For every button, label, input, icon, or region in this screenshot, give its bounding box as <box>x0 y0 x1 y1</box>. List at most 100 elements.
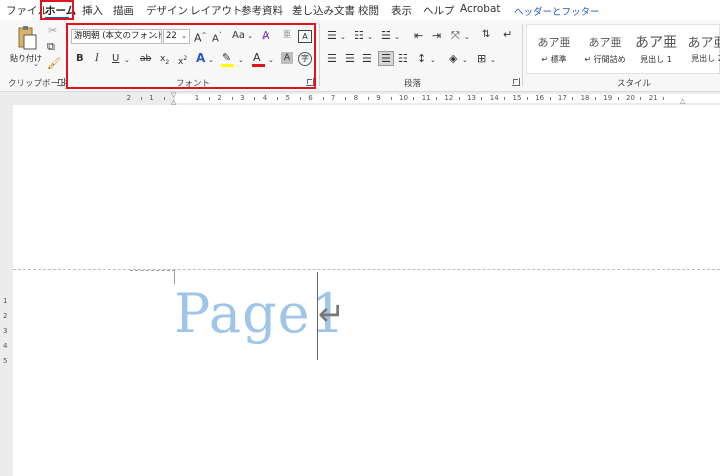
ruler-tick <box>277 97 279 100</box>
chevron-down-icon[interactable]: ⌄ <box>394 31 400 43</box>
ruler-tick <box>549 97 551 100</box>
ruler-tick <box>209 97 211 100</box>
asian-layout-icon[interactable]: ⤧ <box>451 30 460 42</box>
ruler-number: 17 <box>557 94 567 102</box>
chevron-down-icon[interactable]: ⌄ <box>367 31 373 43</box>
group-divider <box>522 24 523 86</box>
style-name: ↵ 行間詰め <box>584 55 626 64</box>
style-normal[interactable]: あア亜 ↵ 標準 <box>530 34 578 65</box>
right-indent-marker[interactable]: △ <box>680 98 685 105</box>
cut-icon[interactable]: ✂ <box>48 25 57 37</box>
tab-references[interactable]: 参考資料 <box>241 3 283 18</box>
ribbon-tab-bar: ファイル ホーム 挿入 描画 デザイン レイアウト 参考資料 差し込み文書 校閲… <box>0 0 720 20</box>
ruler-number: 12 <box>444 94 454 102</box>
vertical-ruler-number: 3 <box>3 327 8 335</box>
style-heading-2[interactable]: あア亜 見出し 2 <box>683 32 720 64</box>
style-name: 見出し 2 <box>691 54 720 63</box>
ruler-number: 2 <box>126 94 132 102</box>
style-name: ↵ 標準 <box>541 55 567 64</box>
style-preview: あア亜 <box>537 36 571 49</box>
document-page[interactable] <box>13 105 720 476</box>
vertical-ruler-number: 5 <box>3 357 8 365</box>
style-no-spacing[interactable]: あア亜 ↵ 行間詰め <box>581 34 629 65</box>
style-heading-1[interactable]: あア亜 見出し 1 <box>632 32 680 65</box>
show-marks-icon[interactable]: ↵ <box>503 29 512 41</box>
align-center-icon[interactable]: ☰ <box>345 53 355 65</box>
distributed-icon[interactable]: ☷ <box>398 53 408 65</box>
tab-draw[interactable]: 描画 <box>113 3 134 18</box>
paste-button[interactable] <box>12 25 40 51</box>
tab-view[interactable]: 表示 <box>391 3 412 18</box>
ruler-tick <box>572 97 574 100</box>
ruler-number: 1 <box>194 94 200 102</box>
ruler-tick <box>231 97 233 100</box>
ruler-number: 18 <box>580 94 590 102</box>
ruler-number: 3 <box>240 94 245 102</box>
ruler-tick <box>504 97 506 100</box>
ruler-tick <box>663 97 665 100</box>
ruler-number: 9 <box>376 94 381 102</box>
increase-indent-icon[interactable]: ⇥ <box>432 30 441 42</box>
style-preview: あア亜 <box>687 36 720 51</box>
vertical-ruler-number: 1 <box>3 297 8 305</box>
paste-dropdown-arrow[interactable]: ⌄ <box>33 60 39 68</box>
style-name: 見出し 1 <box>640 55 672 64</box>
decrease-indent-icon[interactable]: ⇤ <box>414 30 423 42</box>
paragraph-mark: ↵ <box>318 295 345 333</box>
bullets-icon[interactable]: ☰ <box>327 30 337 42</box>
ruler-number: 14 <box>489 94 499 102</box>
ruler-number: 7 <box>330 94 336 102</box>
clipboard-launcher-icon[interactable] <box>57 78 65 86</box>
ruler-number: 4 <box>262 94 268 102</box>
ruler-number: 21 <box>648 94 658 102</box>
ruler-number: 8 <box>353 94 359 102</box>
tab-help[interactable]: ヘルプ <box>423 3 455 18</box>
tab-design[interactable]: デザイン <box>146 3 188 18</box>
chevron-down-icon[interactable]: ⌄ <box>430 54 436 66</box>
ruler-number: 13 <box>467 94 477 102</box>
copy-icon[interactable]: ⧉ <box>47 41 55 53</box>
ruler-tick <box>458 97 460 100</box>
chevron-down-icon[interactable]: ⌄ <box>462 54 468 66</box>
tab-acrobat[interactable]: Acrobat <box>460 3 501 15</box>
tab-mailings[interactable]: 差し込み文書 <box>292 3 355 18</box>
ruler-number: 10 <box>399 94 408 102</box>
ruler-number: 15 <box>512 94 522 102</box>
ruler-tick <box>345 97 347 100</box>
ruler-tick <box>594 97 596 100</box>
ruler-tick <box>299 97 301 100</box>
tab-insert[interactable]: 挿入 <box>82 3 103 18</box>
paragraph-group-label: 段落 <box>404 79 422 89</box>
chevron-down-icon[interactable]: ⌄ <box>490 54 496 66</box>
vertical-ruler[interactable] <box>0 105 13 476</box>
align-left-icon[interactable]: ☰ <box>327 53 337 65</box>
align-right-icon[interactable]: ☰ <box>362 53 372 65</box>
justify-icon[interactable]: ☰ <box>378 51 394 66</box>
numbering-icon[interactable]: ☷ <box>354 30 364 42</box>
borders-icon[interactable]: ⊞ <box>477 53 486 65</box>
format-painter-icon[interactable]: 🖌 <box>47 58 61 70</box>
line-spacing-icon[interactable]: ↕ <box>417 53 426 65</box>
chevron-down-icon[interactable]: ⌄ <box>340 31 346 43</box>
ruler-tick <box>140 97 142 100</box>
vertical-ruler-number: 2 <box>3 312 8 320</box>
chevron-down-icon[interactable]: ⌄ <box>464 31 470 43</box>
ruler-tick <box>526 97 528 100</box>
tab-layout[interactable]: レイアウト <box>190 3 243 18</box>
paragraph-launcher-icon[interactable] <box>512 78 520 86</box>
page-boundary <box>13 269 720 270</box>
tab-header-footer[interactable]: ヘッダーとフッター <box>514 4 600 18</box>
ruler-number: 2 <box>217 94 222 102</box>
text-cursor <box>317 272 318 360</box>
sort-icon[interactable]: ⇅ <box>482 29 490 41</box>
group-divider <box>319 24 320 86</box>
ruler-number: 16 <box>535 94 545 102</box>
ruler-tick <box>390 97 392 100</box>
tab-review[interactable]: 校閲 <box>358 3 379 18</box>
multilevel-list-icon[interactable]: ☱ <box>381 30 391 42</box>
ruler-tick <box>436 97 438 100</box>
ruler-number: 11 <box>421 94 431 102</box>
ruler-tick <box>640 97 642 100</box>
ruler-number: 6 <box>308 94 313 102</box>
shading-icon[interactable]: ◈ <box>449 53 457 65</box>
